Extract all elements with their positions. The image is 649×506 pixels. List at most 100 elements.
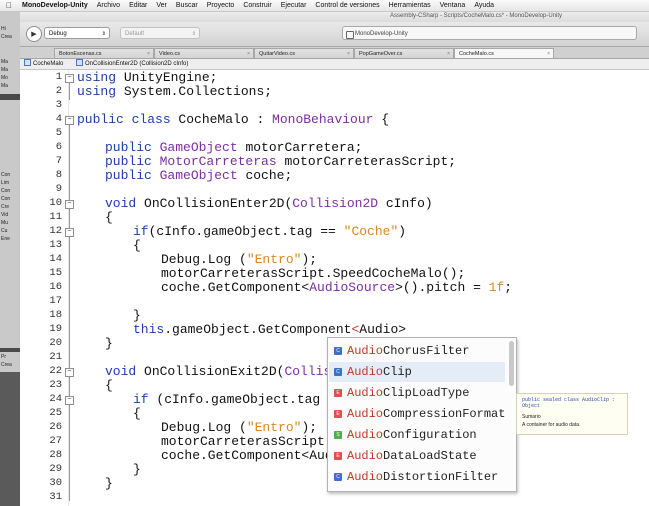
- tree-item[interactable]: Cu: [1, 228, 7, 234]
- tab-cochemalo[interactable]: CocheMalo.cs ×: [454, 48, 554, 58]
- code-text: ): [398, 224, 407, 239]
- target-value: Default: [125, 31, 145, 37]
- line-number: 17: [49, 295, 62, 307]
- enum-icon: E: [334, 452, 342, 460]
- tab-label: PopGameOver.cs: [359, 51, 403, 57]
- menu-editar[interactable]: Editar: [129, 2, 147, 9]
- completion-list[interactable]: C AudioChorusFilter C AudioClip E AudioC…: [327, 337, 517, 492]
- fold-toggle[interactable]: −: [65, 200, 74, 209]
- tab-popgameover[interactable]: PopGameOver.cs ×: [354, 48, 454, 58]
- menu-archivo[interactable]: Archivo: [97, 2, 120, 9]
- type-name: GameObject: [151, 168, 238, 183]
- fold-toggle[interactable]: −: [65, 368, 74, 377]
- code-text: motorCarreterasScript;: [276, 154, 457, 169]
- code-text: Debug.Log (: [161, 420, 247, 435]
- line-number: 26: [49, 421, 62, 433]
- fold-toggle[interactable]: −: [65, 116, 74, 125]
- panel-label: Crea: [1, 362, 12, 368]
- code-line: motorCarreterasScript.SpeedCocheMalo();: [161, 266, 466, 281]
- tree-item[interactable]: Con: [1, 172, 10, 178]
- class-icon: C: [334, 347, 342, 355]
- close-icon[interactable]: ×: [247, 49, 250, 58]
- code-text: UnityEngine;: [116, 70, 218, 85]
- menu-ver[interactable]: Ver: [156, 2, 167, 9]
- tab-label: QuitarVideo.cs: [259, 51, 295, 57]
- line-number: 21: [49, 351, 62, 363]
- tree-item[interactable]: Vid: [1, 212, 8, 218]
- panel-label: Pr: [1, 354, 6, 360]
- fold-toggle[interactable]: −: [65, 74, 74, 83]
- path-file[interactable]: CocheMalo: [24, 59, 63, 69]
- tree-item[interactable]: Con: [1, 188, 10, 194]
- tab-quitarvideo[interactable]: QuitarVideo.cs ×: [254, 48, 354, 58]
- tree-item[interactable]: Mu: [1, 220, 8, 226]
- completion-scrollbar[interactable]: [509, 341, 514, 386]
- completion-item-selected[interactable]: C AudioClip: [329, 362, 505, 382]
- menu-proyecto[interactable]: Proyecto: [207, 2, 235, 9]
- close-icon[interactable]: ×: [147, 49, 150, 58]
- run-button[interactable]: ▶: [26, 26, 42, 42]
- code-text: Debug.Log (: [161, 252, 247, 267]
- code-line: public GameObject coche;: [105, 168, 292, 183]
- close-icon[interactable]: ×: [547, 49, 550, 58]
- close-icon[interactable]: ×: [347, 49, 350, 58]
- completion-label: DistortionFilter: [383, 470, 499, 484]
- document-tabs: BotonEscenas.cs × Video.cs × QuitarVideo.c…: [20, 47, 649, 59]
- code-line: void OnCollisionEnter2D(Collision2D cInf…: [105, 196, 433, 211]
- tab-botonescenas[interactable]: BotonEscenas.cs ×: [54, 48, 154, 58]
- code-text: >().pitch =: [395, 280, 489, 295]
- completion-item[interactable]: S AudioConfiguration: [329, 425, 505, 445]
- target-select[interactable]: Default ⇕: [120, 27, 200, 39]
- app-icon: [346, 31, 354, 39]
- code-line: public MotorCarreteras motorCarreterasSc…: [105, 154, 456, 169]
- code-line: using UnityEngine;: [77, 70, 217, 85]
- line-number: 24: [49, 393, 62, 405]
- status-text: MonoDevelop-Unity: [355, 31, 408, 37]
- line-number: 28: [49, 449, 62, 461]
- apple-icon[interactable]: : [6, 1, 16, 10]
- completion-label: ClipLoadType: [383, 386, 470, 400]
- menu-buscar[interactable]: Buscar: [176, 2, 198, 9]
- code-text: );: [301, 252, 318, 267]
- tooltip-description: A container for audio data.: [522, 422, 581, 428]
- fold-toggle[interactable]: −: [65, 228, 74, 237]
- type-name: MotorCarreteras: [151, 154, 277, 169]
- tree-item[interactable]: Ene: [1, 236, 10, 242]
- menu-herramientas[interactable]: Herramientas: [389, 2, 431, 9]
- tree-item[interactable]: Cre: [1, 204, 9, 210]
- match-prefix: Audio: [347, 449, 384, 463]
- fold-toggle[interactable]: −: [65, 396, 74, 405]
- menu-ejecutar[interactable]: Ejecutar: [281, 2, 307, 9]
- menu-ventana[interactable]: Ventana: [440, 2, 466, 9]
- menu-ayuda[interactable]: Ayuda: [474, 2, 494, 9]
- enum-icon: E: [334, 410, 342, 418]
- keyword: public: [105, 140, 152, 155]
- completion-label: DataLoadState: [383, 449, 477, 463]
- line-number: 25: [49, 407, 62, 419]
- line-number: 23: [49, 379, 62, 391]
- completion-item[interactable]: C AudioChorusFilter: [329, 341, 505, 361]
- path-member[interactable]: OnCollisionEnter2D (Collision2D cInfo): [76, 59, 188, 69]
- menu-control-versiones[interactable]: Control de versiones: [315, 2, 379, 9]
- line-number: 9: [55, 183, 62, 195]
- configuration-value: Debug: [49, 31, 67, 37]
- code-text: System.Collections;: [116, 84, 273, 99]
- tab-video[interactable]: Video.cs ×: [154, 48, 254, 58]
- menu-app[interactable]: MonoDevelop-Unity: [22, 2, 88, 9]
- code-text: OnCollisionEnter2D(: [136, 196, 293, 211]
- type-name: Collision2D: [292, 196, 379, 211]
- play-icon: ▶: [31, 31, 37, 38]
- configuration-select[interactable]: Debug ⇕: [44, 27, 110, 39]
- tree-item[interactable]: Con: [1, 196, 10, 202]
- panel-label: Ma: [1, 67, 8, 73]
- type-name: MonoBehaviour: [272, 112, 374, 127]
- line-number: 2: [55, 85, 62, 97]
- menu-construir[interactable]: Construir: [243, 2, 271, 9]
- completion-item[interactable]: E AudioDataLoadState: [329, 446, 505, 466]
- completion-item[interactable]: C AudioDistortionFilter: [329, 467, 505, 487]
- completion-item[interactable]: E AudioClipLoadType: [329, 383, 505, 403]
- tree-item[interactable]: Lim: [1, 180, 9, 186]
- keyword: void: [105, 364, 137, 379]
- completion-item[interactable]: E AudioCompressionFormat: [329, 404, 505, 424]
- close-icon[interactable]: ×: [447, 49, 450, 58]
